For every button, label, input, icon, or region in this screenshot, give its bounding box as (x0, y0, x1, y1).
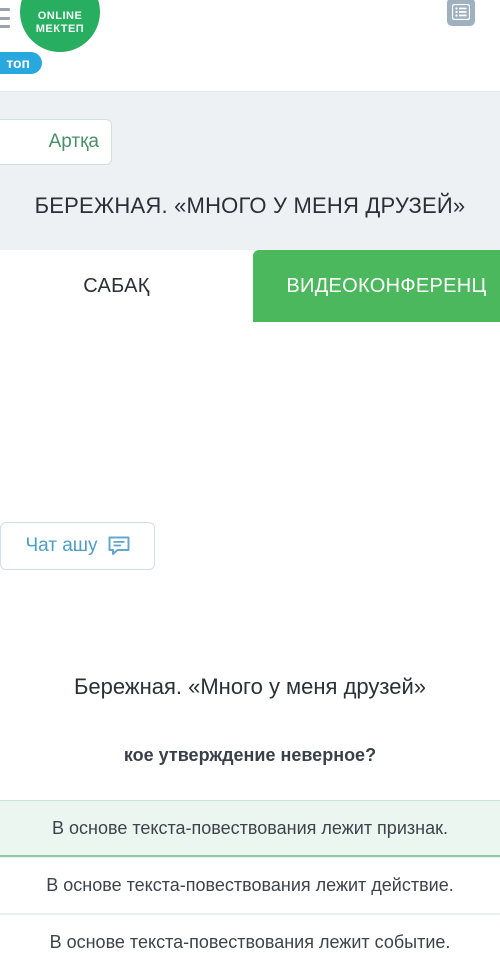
logo-line-2: МЕКТЕП (35, 23, 85, 35)
question-text: кое утверждение неверное? (123, 745, 377, 765)
answer-option[interactable]: В основе текста-повествования лежит дейс… (0, 857, 500, 914)
online-mektep-logo[interactable]: ONLINE МЕКТЕП (20, 0, 100, 52)
logo-line-1: ONLINE (37, 10, 83, 23)
open-chat-label: Чат ашу (25, 535, 98, 556)
page-title: БЕРЕЖНАЯ. «МНОГО У МЕНЯ ДРУЗЕЙ» (34, 193, 466, 218)
hamburger-line (0, 25, 10, 28)
tab-bar: САБАҚ ВИДЕОКОНФЕРЕНЦ (0, 250, 500, 322)
answer-option[interactable]: В основе текста-повествования лежит собы… (0, 914, 500, 953)
app-header: ONLINE МЕКТЕП топ (0, 0, 500, 92)
hamburger-line (0, 8, 10, 11)
tab-videoconference[interactable]: ВИДЕОКОНФЕРЕНЦ (253, 250, 500, 322)
open-chat-button[interactable]: Чат ашу (0, 522, 155, 570)
lesson-title: Бережная. «Много у меня друзей» (73, 674, 427, 699)
back-button[interactable]: Артқа (0, 119, 112, 165)
status-badge: топ (0, 52, 42, 74)
answer-option[interactable]: В основе текста-повествования лежит приз… (0, 800, 500, 857)
app-screen: ONLINE МЕКТЕП топ Артқа БЕРЕЖНАЯ. «МНОГО… (0, 0, 500, 953)
chat-bubble-icon (108, 536, 130, 556)
page-body: Артқа БЕРЕЖНАЯ. «МНОГО У МЕНЯ ДРУЗЕЙ» СА… (0, 92, 500, 953)
lesson-card: САБАҚ ВИДЕОКОНФЕРЕНЦ Чат ашу Бережная. «… (0, 250, 500, 953)
hamburger-menu-icon[interactable] (0, 6, 12, 30)
answer-options-list: В основе текста-повествования лежит приз… (0, 800, 500, 953)
list-view-icon[interactable] (447, 0, 475, 26)
hamburger-line (0, 16, 10, 20)
tab-sabaq[interactable]: САБАҚ (0, 250, 253, 322)
